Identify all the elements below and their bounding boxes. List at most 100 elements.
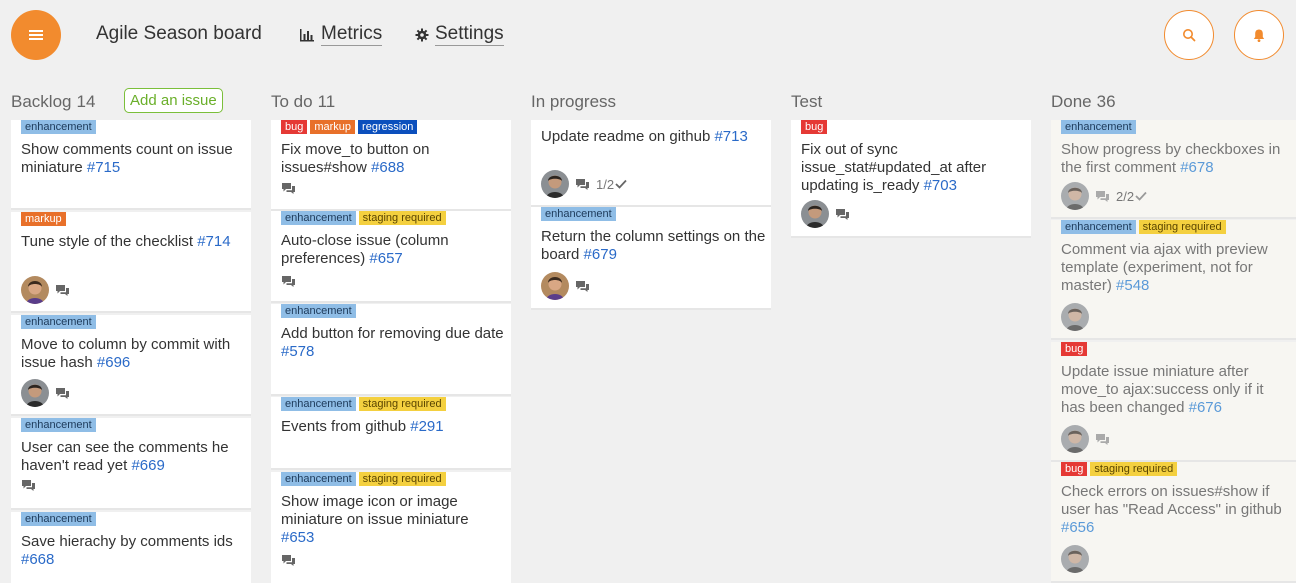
issue-card[interactable]: enhancement staging required Events from… (271, 397, 511, 470)
comment-icon[interactable] (1095, 190, 1110, 203)
issue-card[interactable]: enhancement Save hierachy by comments id… (11, 512, 251, 583)
issue-number[interactable]: #578 (281, 343, 314, 360)
metrics-link[interactable]: Metrics (299, 23, 383, 46)
label-badge[interactable]: enhancement (541, 207, 616, 221)
column-count: 14 (76, 92, 96, 111)
label-badge[interactable]: staging required (358, 472, 446, 486)
issue-number[interactable]: #676 (1189, 399, 1222, 416)
comment-icon[interactable] (575, 280, 590, 293)
label-badge[interactable]: bug (1061, 342, 1088, 356)
issue-number[interactable]: #703 (924, 177, 957, 194)
label-badge[interactable]: staging required (1138, 220, 1226, 234)
issue-card[interactable]: bug staging required Check errors on iss… (1051, 462, 1296, 583)
label-badge[interactable]: enhancement (281, 397, 356, 411)
label-badge[interactable]: enhancement (281, 211, 356, 225)
comment-icon[interactable] (55, 284, 70, 297)
label-badge[interactable]: bug (801, 120, 828, 134)
label-badge[interactable]: enhancement (21, 120, 96, 134)
label-badge[interactable]: enhancement (1061, 220, 1136, 234)
menu-button[interactable] (11, 10, 61, 60)
issue-number[interactable]: #656 (1061, 519, 1094, 536)
issue-number[interactable]: #657 (369, 250, 402, 267)
label-badge[interactable]: enhancement (1061, 120, 1136, 134)
label-badge[interactable]: enhancement (21, 512, 96, 526)
settings-link[interactable]: Settings (415, 23, 504, 46)
issue-card[interactable]: Update readme on github #713 1/2 (531, 120, 771, 207)
label-badge[interactable]: markup (310, 120, 356, 134)
issue-title-text: Show progress by checkboxes in the first… (1061, 141, 1281, 176)
issue-card[interactable]: enhancement Show progress by checkboxes … (1051, 120, 1296, 219)
issue-card[interactable]: enhancement staging required Comment via… (1051, 220, 1296, 340)
issue-number[interactable]: #678 (1180, 159, 1213, 176)
card-meta (281, 182, 296, 195)
column-done: Done 36 enhancement Show progress by che… (1051, 80, 1296, 583)
label-badge[interactable]: staging required (358, 397, 446, 411)
search-icon (1183, 29, 1196, 42)
avatar[interactable] (541, 272, 569, 300)
label-badge[interactable]: bug (1061, 462, 1088, 476)
add-issue-button[interactable]: Add an issue (124, 88, 223, 113)
card-meta (281, 275, 296, 288)
label-badge[interactable]: enhancement (21, 315, 96, 329)
comment-icon[interactable] (575, 178, 590, 191)
issue-card[interactable]: enhancement Return the column settings o… (531, 207, 771, 310)
label-badge[interactable]: enhancement (21, 418, 96, 432)
avatar[interactable] (1061, 182, 1089, 210)
search-button[interactable] (1164, 10, 1214, 60)
issue-title: Events from github #291 (281, 418, 506, 436)
avatar[interactable] (21, 379, 49, 407)
label-badge[interactable]: enhancement (281, 472, 356, 486)
issue-card[interactable]: bug Fix out of sync issue_stat#updated_a… (791, 120, 1031, 238)
issue-number[interactable]: #548 (1116, 277, 1149, 294)
comment-icon[interactable] (281, 554, 296, 567)
label-badge[interactable]: staging required (358, 211, 446, 225)
notifications-button[interactable] (1234, 10, 1284, 60)
gear-icon (415, 28, 429, 41)
column-test: Test bug Fix out of sync issue_stat#upda… (791, 80, 1031, 583)
comment-icon[interactable] (835, 208, 850, 221)
label-badge[interactable]: regression (358, 120, 418, 134)
issue-number[interactable]: #715 (87, 159, 120, 176)
issue-number[interactable]: #668 (21, 551, 54, 568)
issue-number[interactable]: #679 (584, 246, 617, 263)
issue-card[interactable]: enhancement staging required Show image … (271, 472, 511, 583)
comment-icon[interactable] (1095, 433, 1110, 446)
comment-icon[interactable] (281, 182, 296, 195)
label-badge[interactable]: markup (21, 212, 66, 226)
label-badge[interactable]: bug (281, 120, 308, 134)
card-meta (281, 554, 296, 567)
avatar[interactable] (541, 170, 569, 198)
issue-number[interactable]: #653 (281, 529, 314, 546)
issue-title-text: Return the column settings on the board (541, 228, 766, 263)
issue-title-text: Fix move_to button on issues#show (281, 141, 430, 176)
issue-card[interactable]: enhancement Show comments count on issue… (11, 120, 251, 210)
avatar[interactable] (801, 200, 829, 228)
issue-card[interactable]: markup Tune style of the checklist #714 (11, 212, 251, 313)
issue-card[interactable]: enhancement staging required Auto-close … (271, 211, 511, 303)
issue-title-text: Update readme on github (541, 128, 711, 145)
avatar[interactable] (21, 276, 49, 304)
issue-number[interactable]: #688 (371, 159, 404, 176)
issue-number[interactable]: #669 (131, 457, 164, 474)
avatar[interactable] (1061, 303, 1089, 331)
issue-card[interactable]: enhancement Move to column by commit wit… (11, 315, 251, 416)
avatar[interactable] (1061, 425, 1089, 453)
issue-number[interactable]: #696 (97, 354, 130, 371)
issue-card[interactable]: enhancement User can see the comments he… (11, 418, 251, 510)
card-meta: 2/2 (1061, 182, 1147, 210)
issue-card[interactable]: enhancement Add button for removing due … (271, 304, 511, 396)
comment-icon[interactable] (21, 479, 36, 492)
issue-title-text: Save hierachy by comments ids (21, 533, 233, 550)
checklist-progress: 2/2 (1116, 189, 1147, 204)
issue-number[interactable]: #714 (197, 233, 230, 250)
issue-card[interactable]: bug markup regression Fix move_to button… (271, 120, 511, 211)
comment-icon[interactable] (55, 387, 70, 400)
issue-card[interactable]: bug Update issue miniature after move_to… (1051, 342, 1296, 462)
issue-number[interactable]: #291 (410, 418, 443, 435)
issue-title-text: Tune style of the checklist (21, 233, 194, 250)
avatar[interactable] (1061, 545, 1089, 573)
issue-number[interactable]: #713 (714, 128, 747, 145)
label-badge[interactable]: enhancement (281, 304, 356, 318)
comment-icon[interactable] (281, 275, 296, 288)
label-badge[interactable]: staging required (1090, 462, 1178, 476)
